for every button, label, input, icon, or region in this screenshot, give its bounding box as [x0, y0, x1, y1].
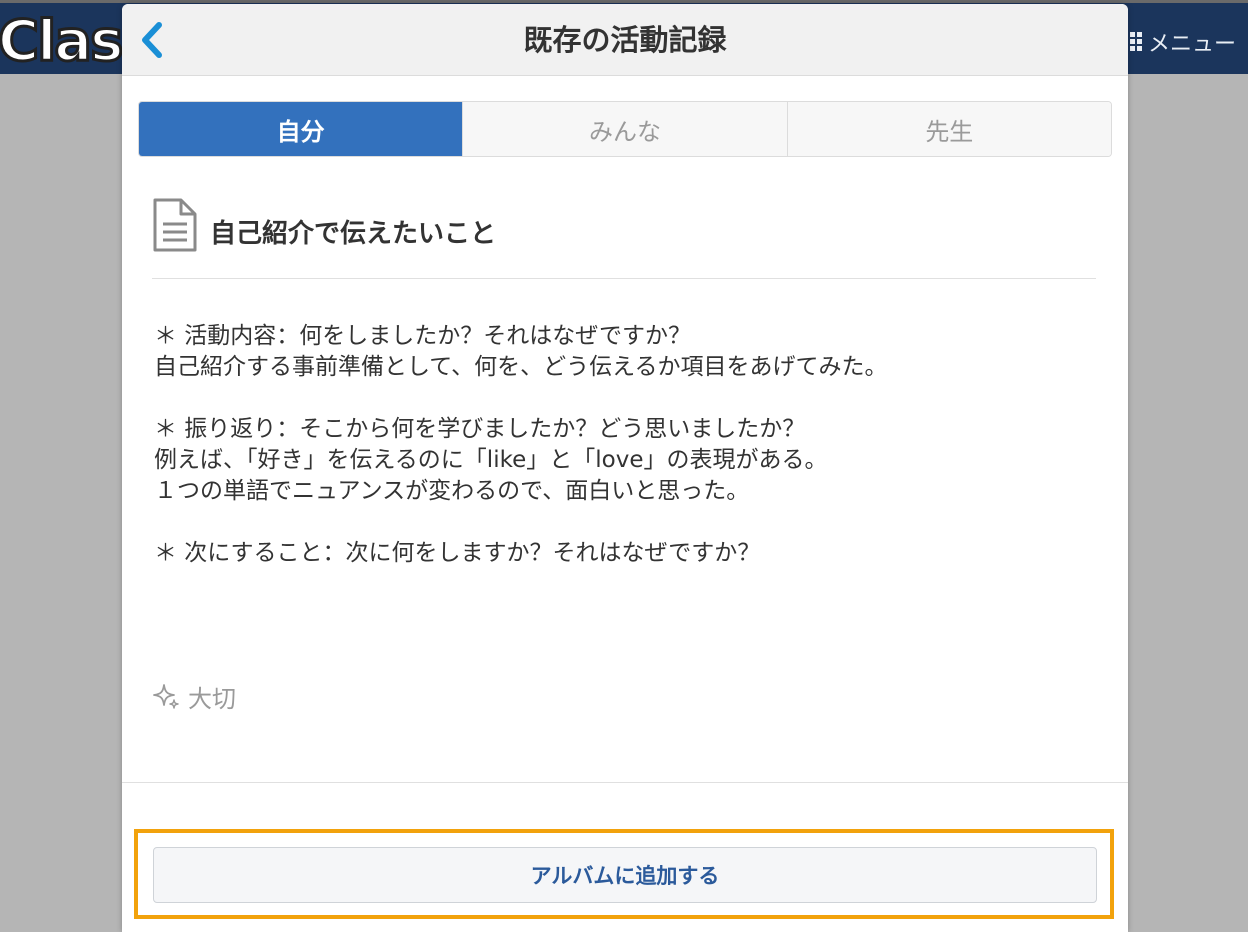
record-line	[154, 507, 1094, 538]
modal-header: 既存の活動記録	[122, 4, 1128, 76]
record-line	[154, 383, 1094, 414]
tab-mine[interactable]: 自分	[139, 102, 463, 156]
menu-button[interactable]: メニュー	[1122, 6, 1236, 77]
sparkle-icon	[153, 684, 179, 709]
modal-title: 既存の活動記録	[523, 23, 727, 57]
record-title: 自己紹介で伝えたいこと	[210, 219, 497, 249]
record-line: 自己紹介する事前準備として、何を、どう伝えるか項目をあげてみた。	[154, 354, 888, 380]
tab-everyone[interactable]: みんな	[462, 102, 787, 156]
record-line: ＊ 次にすること：次に何をしますか？それはなぜですか？	[154, 540, 761, 566]
tab-teacher[interactable]: 先生	[786, 102, 1111, 156]
chevron-left-icon	[142, 22, 162, 58]
record-header: 自己紹介で伝えたいこと	[152, 197, 1096, 279]
document-icon	[153, 198, 197, 252]
record-line: ＊ 活動内容：何をしましたか？それはなぜですか？	[154, 323, 692, 349]
add-to-album-button[interactable]: アルバムに追加する	[153, 847, 1097, 903]
record-tabs: 自分 みんな 先生	[138, 101, 1112, 157]
important-label: 大切	[188, 684, 236, 713]
record-body: ＊ 活動内容：何をしましたか？それはなぜですか？ 自己紹介する事前準備として、何…	[154, 321, 1094, 569]
footer-divider	[122, 782, 1128, 783]
important-toggle[interactable]: 大切	[152, 678, 236, 714]
record-line: １つの単語でニュアンスが変わるので、面白いと思った。	[154, 478, 750, 504]
existing-records-modal: 既存の活動記録 自分 みんな 先生 自己紹介で伝えたいこと ＊ 活動内容：何をし…	[122, 4, 1128, 932]
record-line: ＊ 振り返り：そこから何を学びましたか？どう思いましたか？	[154, 416, 806, 442]
record-line: 例えば、「好き」を伝えるのに「like」と「love」の表現がある。	[154, 447, 828, 473]
back-button[interactable]	[132, 18, 172, 62]
menu-label: メニュー	[1147, 31, 1236, 57]
